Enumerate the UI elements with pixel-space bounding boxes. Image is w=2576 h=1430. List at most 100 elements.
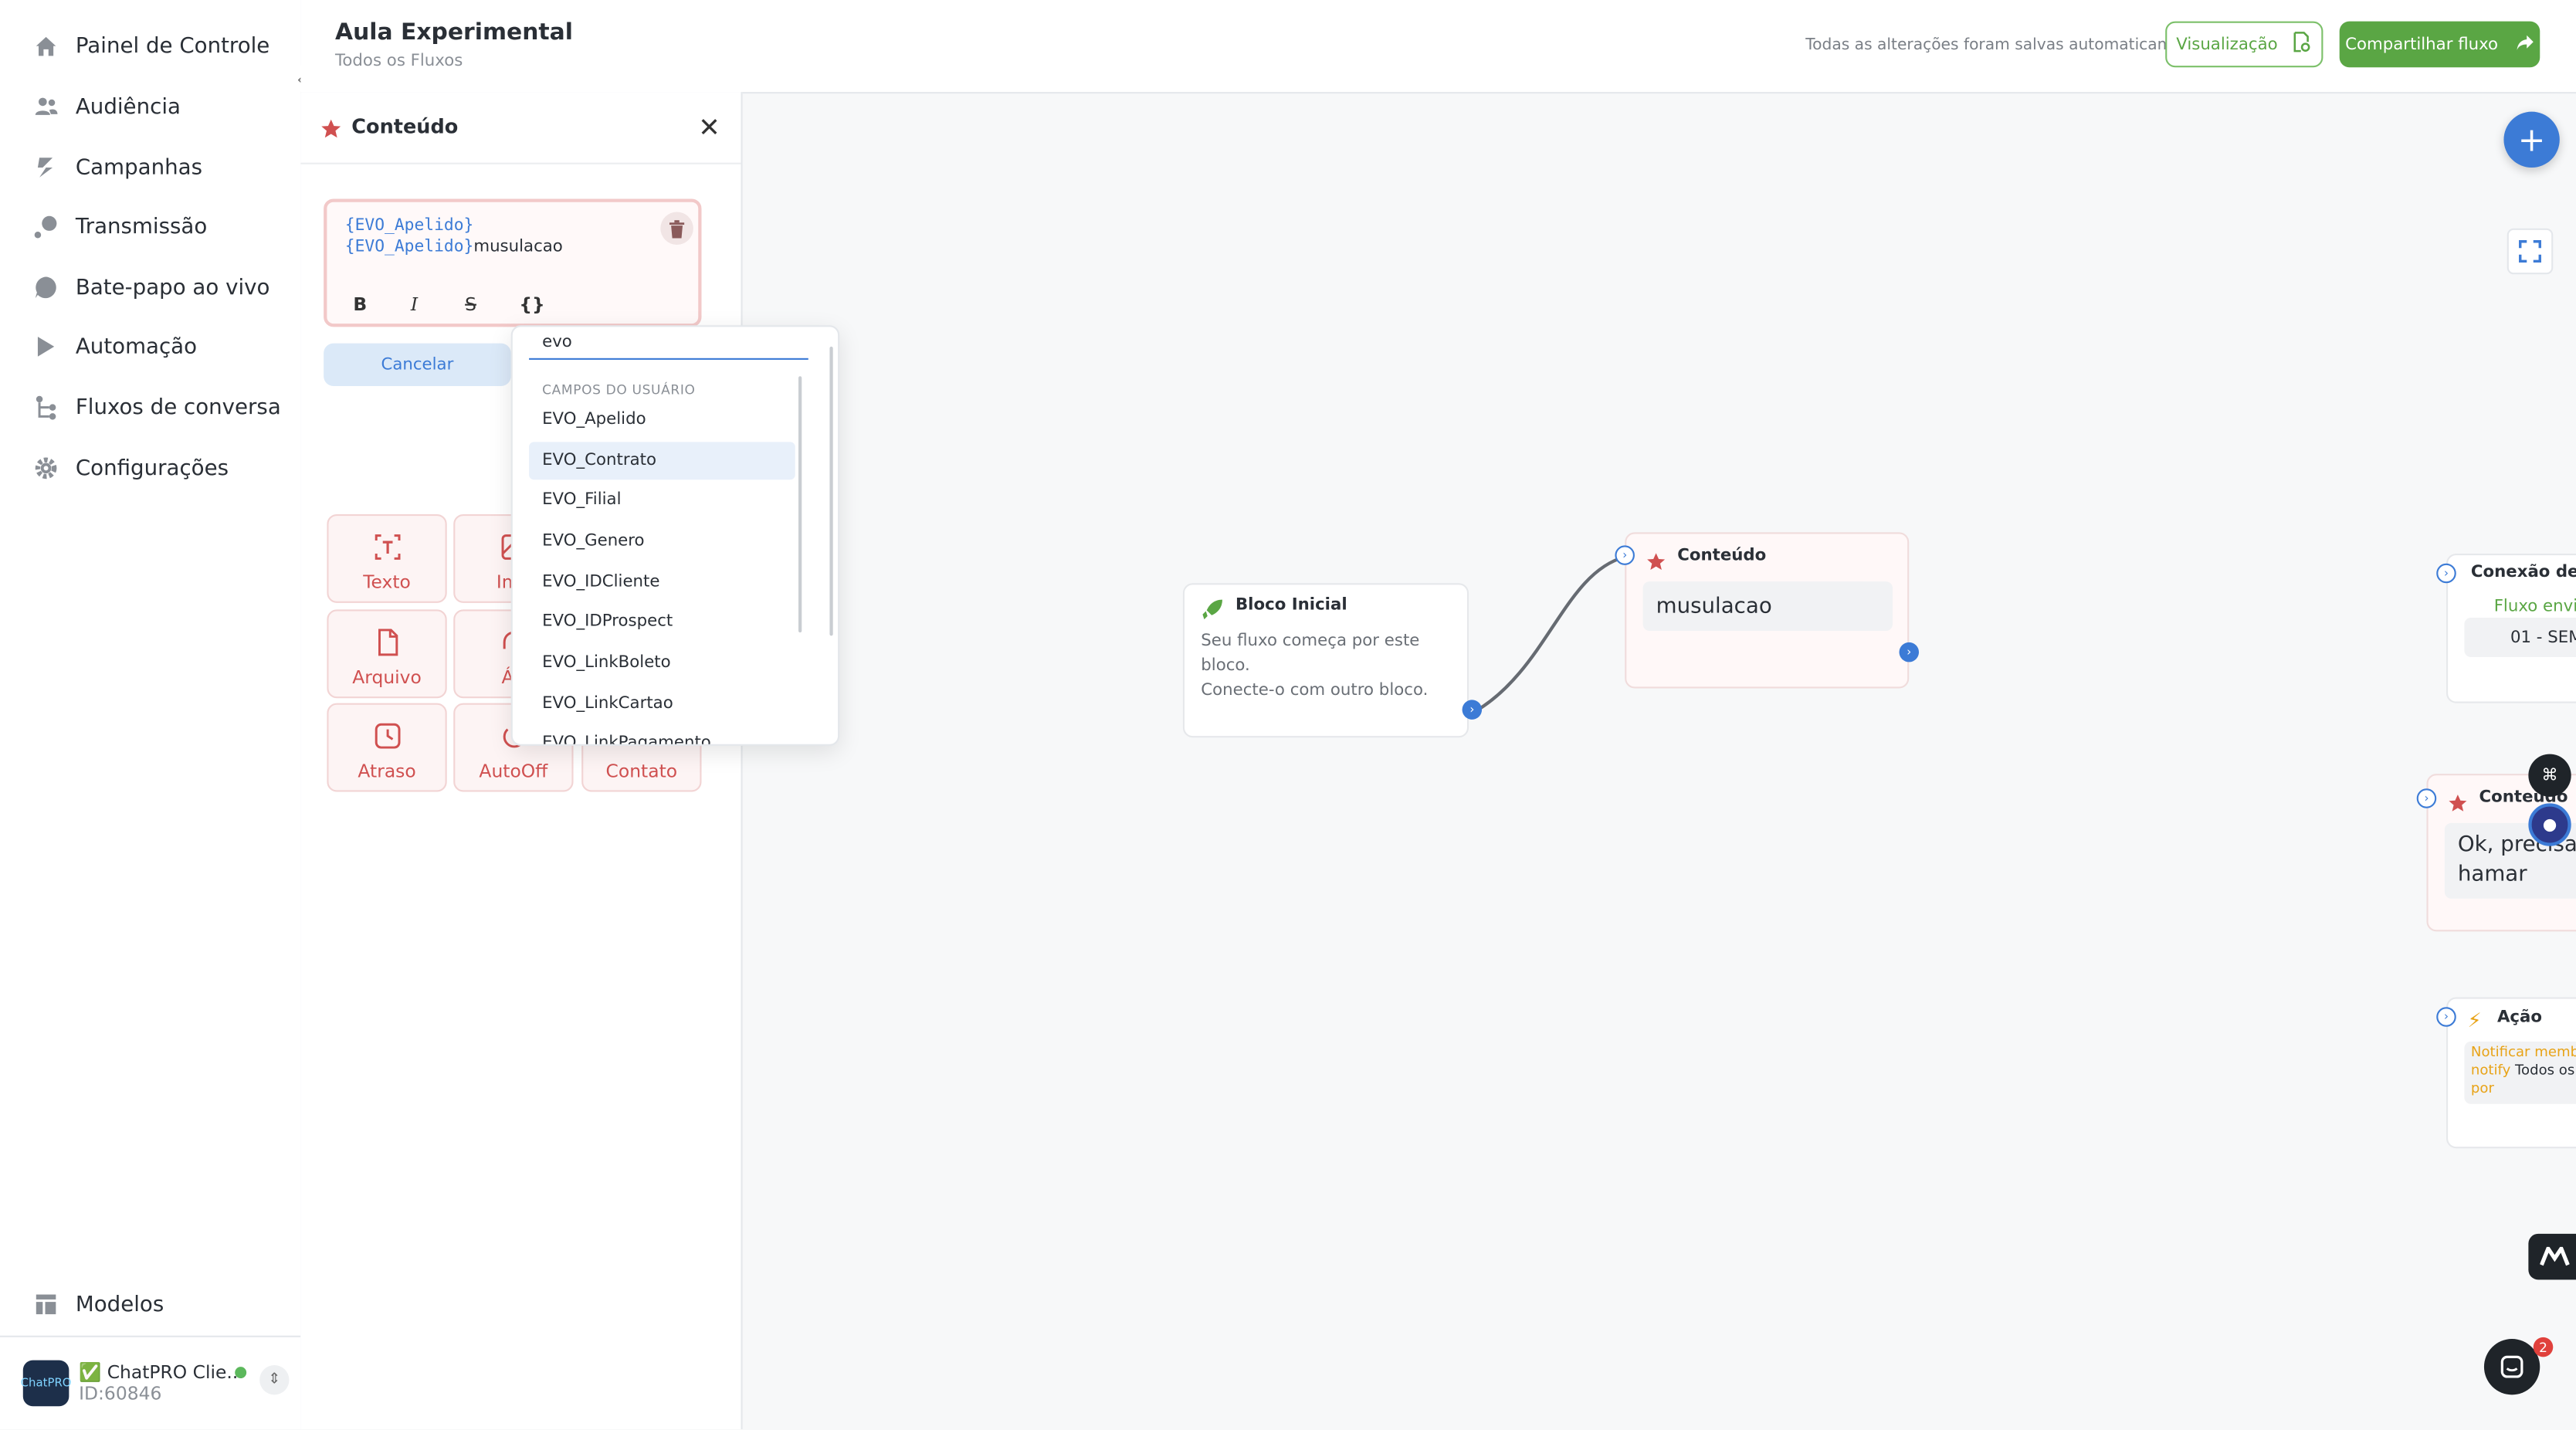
node-title: Bloco Inicial [1235,596,1347,615]
add-block-button[interactable]: + [2503,111,2560,168]
content-node-2[interactable]: Conteúdo Ok, precisa hamar [2426,774,2576,932]
dropdown-option[interactable]: EVO_Genero [529,523,795,561]
dropdown-option[interactable]: EVO_Apelido [529,401,795,439]
dropdown-scrollbar[interactable] [798,376,802,633]
action-details: Notificar membro notify Todos os por [2464,1041,2576,1104]
sidebar-item-label: Fluxos de conversa [75,395,281,420]
sidebar: Painel de Controle Audiência Campanhas T… [0,0,314,1430]
variable-token[interactable]: {EVO_Apelido} [345,217,474,235]
sidebar-item-settings[interactable]: Configurações [33,449,229,488]
dropdown-option[interactable]: EVO_IDProspect [529,603,795,641]
sidebar-item-broadcast[interactable]: Transmissão [33,207,208,246]
workspace-switcher[interactable]: ChatPRO ✅ ChatPRO Clie... ID:60846 ⇕ [21,1359,290,1408]
users-icon [33,93,59,120]
content-editor-panel: Conteúdo ✕ {EVO_Apelido} {EVO_Apelido}mu… [300,92,743,1430]
sidebar-item-label: Modelos [75,1292,164,1317]
sidebar-item-audience[interactable]: Audiência [33,87,181,127]
star-icon [2448,788,2468,819]
action-line: Notificar membro [2470,1045,2576,1062]
variable-search-input[interactable] [529,327,808,360]
italic-button[interactable]: I [411,294,418,316]
node-title: Conexão de Fl [2470,563,2576,582]
node-message: musulacao [1642,581,1893,631]
flow-icon [33,395,59,421]
connection-line [1474,555,1625,713]
bold-button[interactable]: B [353,294,367,316]
dropdown-group-label: CAMPOS DO USUÁRIO [542,382,696,398]
sidebar-item-templates[interactable]: Modelos [33,1285,164,1324]
trash-icon[interactable] [660,212,693,246]
input-port-icon[interactable]: › [1615,545,1635,565]
bot-icon[interactable]: ● [2528,803,2571,846]
connection-target: 01 - SEM [2464,617,2576,658]
notification-badge: 2 [2533,1337,2554,1357]
sidebar-item-live-chat[interactable]: Bate-papo ao vivo [33,268,269,307]
output-port-icon[interactable]: › [1462,700,1483,720]
dropdown-option[interactable]: EVO_Contrato [529,442,795,480]
tile-file[interactable]: Arquivo [327,609,447,699]
online-status-dot [235,1367,247,1379]
node-description-line: Seu fluxo começa por este bloco. [1201,632,1420,676]
sidebar-item-campaigns[interactable]: Campanhas [33,147,202,187]
sidebar-item-dashboard[interactable]: Painel de Controle [33,26,270,66]
workspace-avatar: ChatPRO [21,1360,72,1407]
message-text[interactable]: {EVO_Apelido} {EVO_Apelido}musulacao [345,215,563,258]
input-port-icon[interactable]: › [2436,1007,2456,1027]
chevron-updown-icon[interactable]: ⇕ [259,1365,290,1395]
share-flow-button[interactable]: Compartilhar fluxo [2339,21,2540,68]
sidebar-item-label: Automação [75,334,198,359]
tile-text[interactable]: Texto [327,513,447,603]
dropdown-option[interactable]: EVO_LinkPagamento [529,724,795,744]
sidebar-item-label: Audiência [75,94,181,120]
start-node[interactable]: Bloco Inicial Seu fluxo começa por este … [1182,583,1469,738]
gear-icon [33,455,59,481]
panel-title: Conteúdo [351,114,459,138]
dropdown-option[interactable]: EVO_IDCliente [529,564,795,601]
dropdown-scrollbar-outer[interactable] [829,346,833,636]
top-header: Aula Experimental Todos os Fluxos Todas … [300,0,2576,94]
input-port-icon[interactable]: › [2436,563,2456,584]
dropdown-option[interactable]: EVO_LinkBoleto [529,644,795,682]
message-plain-text: musulacao [473,238,563,256]
chat-icon [33,274,59,300]
strikethrough-button[interactable]: S [465,294,476,316]
sidebar-item-label: Configurações [75,456,229,481]
preview-button[interactable]: Visualização [2165,21,2323,68]
node-title: Conteúdo [1677,547,1767,565]
page-title: Aula Experimental [335,19,573,46]
templates-icon [33,1291,59,1317]
output-port-icon[interactable]: › [1899,642,1920,662]
panel-header: Conteúdo ✕ [300,92,741,164]
close-icon[interactable]: ✕ [698,112,720,143]
variable-insert-button[interactable]: {} [519,294,544,316]
action-line: por [2470,1080,2494,1098]
flow-canvas[interactable]: Bloco Inicial Seu fluxo começa por este … [742,93,2576,1430]
sidebar-item-label: Transmissão [75,214,208,239]
sidebar-item-automation[interactable]: Automação [33,327,198,366]
workspace-name: ✅ ChatPRO Clie... [79,1361,244,1384]
breadcrumb[interactable]: Todos os Fluxos [335,53,463,70]
preview-icon [2291,31,2313,57]
support-chat-icon[interactable] [2483,1338,2540,1395]
fullscreen-icon[interactable] [2507,228,2554,275]
dropdown-option[interactable]: EVO_Filial [529,481,795,519]
action-node[interactable]: ⚡ Ação Notificar membro notify Todos os … [2446,997,2576,1149]
message-editor[interactable]: {EVO_Apelido} {EVO_Apelido}musulacao B I… [324,198,702,327]
dropdown-option[interactable]: EVO_LinkCartao [529,685,795,723]
cancel-button[interactable]: Cancelar [324,343,511,386]
grid-apps-icon[interactable]: ⌘ [2528,754,2571,797]
share-arrow-icon [2514,32,2534,56]
star-icon [320,115,342,146]
node-message-line: hamar [2457,862,2527,887]
tile-label: Arquivo [352,666,422,689]
flow-connection-node[interactable]: Conexão de Fl Fluxo envia 01 - SEM [2446,554,2576,703]
sidebar-item-label: Painel de Controle [75,33,270,59]
tile-delay[interactable]: Atraso [327,703,447,792]
brand-logo-icon[interactable] [2528,1233,2576,1280]
input-port-icon[interactable]: › [2416,788,2437,808]
variable-token[interactable]: {EVO_Apelido} [345,239,474,256]
sidebar-item-flows[interactable]: Fluxos de conversa [33,388,281,427]
node-description-line: Conecte-o com outro bloco. [1201,681,1429,700]
sidebar-item-label: Campanhas [75,155,203,180]
content-node[interactable]: Conteúdo musulacao [1625,532,1910,689]
